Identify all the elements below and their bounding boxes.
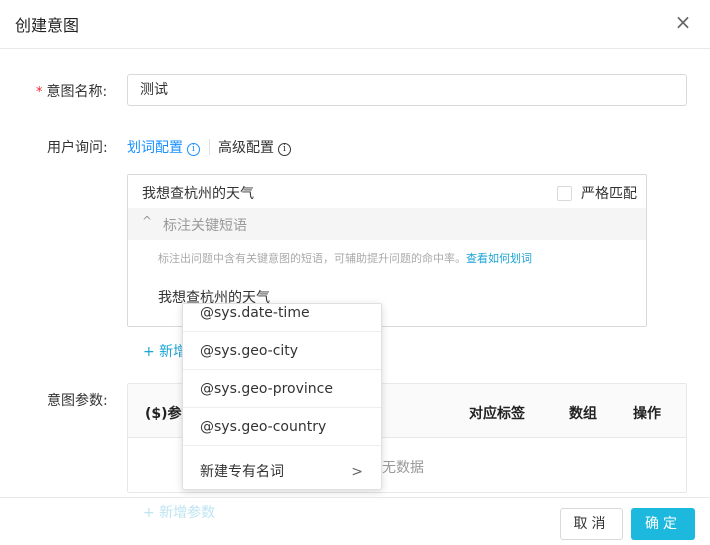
info-icon: i (278, 143, 291, 156)
add-query-link[interactable]: + 新增 (143, 341, 187, 361)
column-array: 数组 (569, 406, 597, 422)
column-tag: 对应标签 (469, 406, 525, 422)
tab-divider (209, 139, 210, 155)
intent-name-label: * 意图名称: (36, 84, 108, 100)
intent-params-label: 意图参数: (47, 393, 108, 409)
strict-match-label: 严格匹配 (581, 186, 637, 202)
keyword-hint: 标注出问题中含有关键意图的短语，可辅助提升问题的命中率。查看如何划词 (158, 252, 532, 265)
keyword-panel-header[interactable]: ^ 标注关键短语 (128, 208, 646, 240)
dropdown-item-date-time[interactable]: @sys.date-time (183, 304, 381, 332)
entity-dropdown: @sys.date-time @sys.geo-city @sys.geo-pr… (182, 303, 382, 490)
close-icon[interactable]: × (672, 11, 694, 33)
intent-name-input[interactable]: 测试 (127, 74, 687, 106)
strict-match-checkbox[interactable] (557, 185, 572, 201)
dropdown-item-geo-country[interactable]: @sys.geo-country (183, 408, 381, 446)
required-mark: * (36, 85, 43, 100)
chevron-up-icon: ^ (142, 214, 153, 228)
dropdown-item-geo-city[interactable]: @sys.geo-city (183, 332, 381, 370)
cancel-button[interactable]: 取消 (560, 508, 623, 540)
how-to-annotate-link[interactable]: 查看如何划词 (466, 252, 532, 265)
keyword-panel-title: 标注关键短语 (163, 218, 247, 234)
ok-button[interactable]: 确定 (631, 508, 695, 540)
info-icon: i (187, 143, 200, 156)
strict-match[interactable]: 严格匹配 (557, 183, 637, 203)
user-query-label: 用户询问: (47, 140, 108, 156)
column-action: 操作 (633, 406, 661, 422)
chevron-right-icon: > (351, 464, 363, 480)
new-entity-item[interactable]: 新建专有名词 > (183, 454, 381, 489)
add-param-link[interactable]: + 新增参数 (143, 502, 215, 522)
dialog-title: 创建意图 (15, 16, 80, 35)
dialog-header: 创建意图 × (0, 0, 710, 49)
tab-word-config[interactable]: 划词配置 i (127, 137, 200, 157)
tab-advanced-config[interactable]: 高级配置 i (218, 137, 291, 157)
dropdown-item-geo-province[interactable]: @sys.geo-province (183, 370, 381, 408)
query-text[interactable]: 我想查杭州的天气 (142, 183, 254, 203)
